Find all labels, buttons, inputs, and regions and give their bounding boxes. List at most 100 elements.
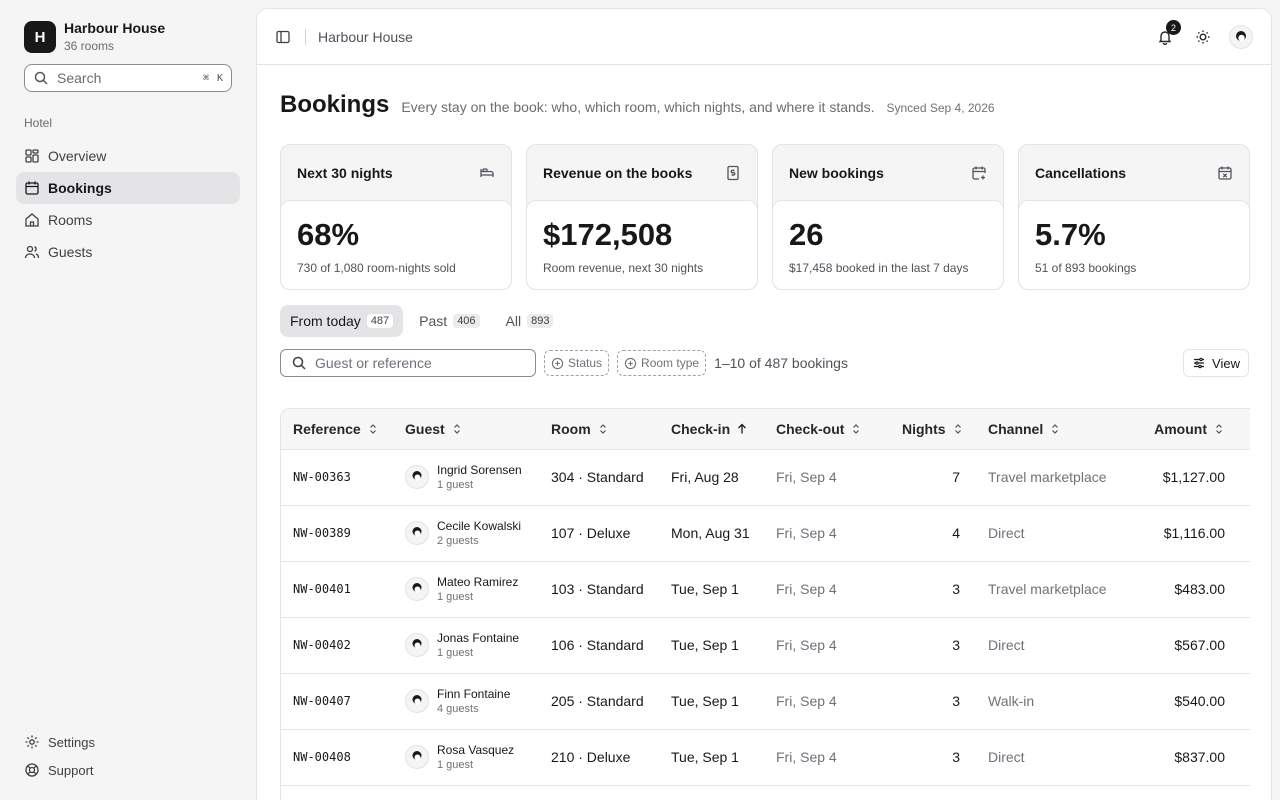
column-header-amount[interactable]: Amount xyxy=(1118,409,1241,449)
sidebar-item-settings[interactable]: Settings xyxy=(16,728,240,756)
avatar-illustration-icon xyxy=(1236,31,1246,42)
breadcrumb[interactable]: Harbour House xyxy=(318,29,413,45)
notifications-button[interactable]: 2 xyxy=(1151,20,1181,51)
status-cell xyxy=(1241,561,1250,617)
table-row[interactable]: NW-00408 Rosa Vasquez 1 guest 210 · Deluxe T… xyxy=(281,729,1250,785)
room-cell: 106 · Standard xyxy=(551,637,644,653)
room-type-filter-button[interactable]: Room type xyxy=(617,350,707,376)
guest-avatar xyxy=(405,577,429,601)
guest-count: 1 guest xyxy=(437,646,474,659)
booking-reference[interactable]: NW-00389 xyxy=(281,505,393,561)
status-filter-button[interactable]: Status xyxy=(544,350,610,376)
sliders-icon xyxy=(1194,357,1205,369)
brand[interactable]: H Harbour House 36 rooms xyxy=(24,20,165,54)
booking-reference[interactable]: NW-00402 xyxy=(281,617,393,673)
amount-cell: $540.00 xyxy=(1174,693,1225,709)
check-out-cell: Fri, Sep 4 xyxy=(776,749,837,765)
table-row[interactable]: NW-00402 Jonas Fontaine 1 guest 106 · Stand… xyxy=(281,617,1250,673)
column-header-channel[interactable]: Channel xyxy=(976,409,1118,449)
column-header-nights[interactable]: Nights xyxy=(890,409,976,449)
guest-avatar xyxy=(405,465,429,489)
room-cell: 205 · Standard xyxy=(551,693,644,709)
avatar-illustration-icon xyxy=(412,583,422,593)
check-out-cell: Fri, Sep 4 xyxy=(776,525,837,541)
guest-cell: Finn Fontaine 4 guests xyxy=(393,673,539,729)
column-header-status[interactable]: S xyxy=(1241,409,1250,449)
search-icon xyxy=(34,71,48,85)
sidebar-item-overview[interactable]: Overview xyxy=(16,140,240,172)
sun-icon xyxy=(1196,30,1210,44)
guest-avatar xyxy=(405,745,429,769)
stat-card-title: Cancellations xyxy=(1035,164,1127,181)
guest-count: 2 guests xyxy=(437,534,479,547)
column-header-reference[interactable]: Reference xyxy=(281,409,393,449)
brand-logo: H xyxy=(24,21,56,53)
amount-cell: $483.00 xyxy=(1174,581,1225,597)
sidebar-item-bookings[interactable]: Bookings xyxy=(16,172,240,204)
sidebar-item-label: Overview xyxy=(48,148,107,164)
status-cell xyxy=(1241,729,1250,785)
guest-count: 4 guests xyxy=(437,702,479,715)
guest-avatar xyxy=(405,689,429,713)
plus-circle-icon xyxy=(624,357,637,369)
check-out-cell: Fri, Sep 4 xyxy=(776,693,837,709)
notification-count-badge: 2 xyxy=(1166,20,1181,35)
avatar-illustration-icon xyxy=(412,695,422,705)
guest-name: Rosa Vasquez xyxy=(437,742,515,757)
guest-cell: Rosa Vasquez 1 guest xyxy=(393,729,539,785)
booking-reference[interactable]: NW-00407 xyxy=(281,673,393,729)
sidebar-item-rooms[interactable]: Rooms xyxy=(16,204,240,236)
tab-past[interactable]: Past 406 xyxy=(409,305,489,337)
table-row[interactable]: NW-00407 Finn Fontaine 4 guests 205 · Stand… xyxy=(281,673,1250,729)
booking-reference[interactable]: NW-00401 xyxy=(281,561,393,617)
nights-cell: 7 xyxy=(952,469,960,485)
calendar-icon xyxy=(25,181,39,195)
column-header-guest[interactable]: Guest xyxy=(393,409,539,449)
table-row[interactable]: NW-00363 Ingrid Sorensen 1 guest 304 · Stan… xyxy=(281,449,1250,505)
topbar: Harbour House 2 xyxy=(257,9,1271,65)
stat-card-cancellations: Cancellations 5.7% 51 of 893 bookings xyxy=(1018,144,1250,290)
view-options-button[interactable]: View xyxy=(1183,349,1249,377)
column-header-check-in[interactable]: Check-in xyxy=(659,409,764,449)
column-header-room[interactable]: Room xyxy=(539,409,659,449)
user-menu-button[interactable] xyxy=(1227,23,1255,51)
status-filter-label: Status xyxy=(568,356,603,370)
sidebar-search[interactable]: Search ⌘ K xyxy=(24,64,232,92)
check-out-cell: Fri, Sep 4 xyxy=(776,581,837,597)
gear-icon xyxy=(25,735,39,749)
nights-cell: 4 xyxy=(952,525,960,541)
sync-status: Synced Sep 4, 2026 xyxy=(886,101,995,115)
booking-reference[interactable]: NW-00408 xyxy=(281,729,393,785)
search-icon xyxy=(292,356,306,370)
brand-name: Harbour House xyxy=(64,20,166,36)
status-cell xyxy=(1241,673,1250,729)
booking-search-input[interactable] xyxy=(315,355,515,371)
sidebar-item-guests[interactable]: Guests xyxy=(16,236,240,268)
sidebar-item-label: Bookings xyxy=(48,180,112,196)
sort-icon xyxy=(599,423,606,434)
guest-avatar xyxy=(405,633,429,657)
tab-label: Past xyxy=(419,313,448,329)
sort-icon xyxy=(853,423,860,434)
tab-count: 487 xyxy=(366,314,394,328)
sidebar-toggle-button[interactable] xyxy=(271,25,295,49)
sort-icon xyxy=(1052,423,1059,434)
calendar-plus-icon xyxy=(972,166,986,180)
theme-toggle-button[interactable] xyxy=(1189,23,1217,51)
guest-count: 1 guest xyxy=(437,590,474,603)
guest-name: Ingrid Sorensen xyxy=(437,462,522,477)
brand-subtitle: 36 rooms xyxy=(64,39,115,53)
tab-from-today[interactable]: From today 487 xyxy=(280,305,404,337)
sort-icon xyxy=(369,423,376,434)
sidebar-item-support[interactable]: Support xyxy=(16,756,240,784)
status-cell xyxy=(1241,617,1250,673)
status-cell xyxy=(1241,505,1250,561)
guest-cell: Jonas Fontaine 1 guest xyxy=(393,617,539,673)
tab-all[interactable]: All 893 xyxy=(496,305,564,337)
table-row[interactable]: NW-00389 Cecile Kowalski 2 guests 107 · Del… xyxy=(281,505,1250,561)
booking-reference[interactable]: NW-00363 xyxy=(281,449,393,505)
booking-search[interactable] xyxy=(280,349,536,377)
sidebar-section-label: Hotel xyxy=(24,116,53,130)
table-row[interactable]: NW-00401 Mateo Ramirez 1 guest 103 · Standa… xyxy=(281,561,1250,617)
column-header-check-out[interactable]: Check-out xyxy=(764,409,890,449)
